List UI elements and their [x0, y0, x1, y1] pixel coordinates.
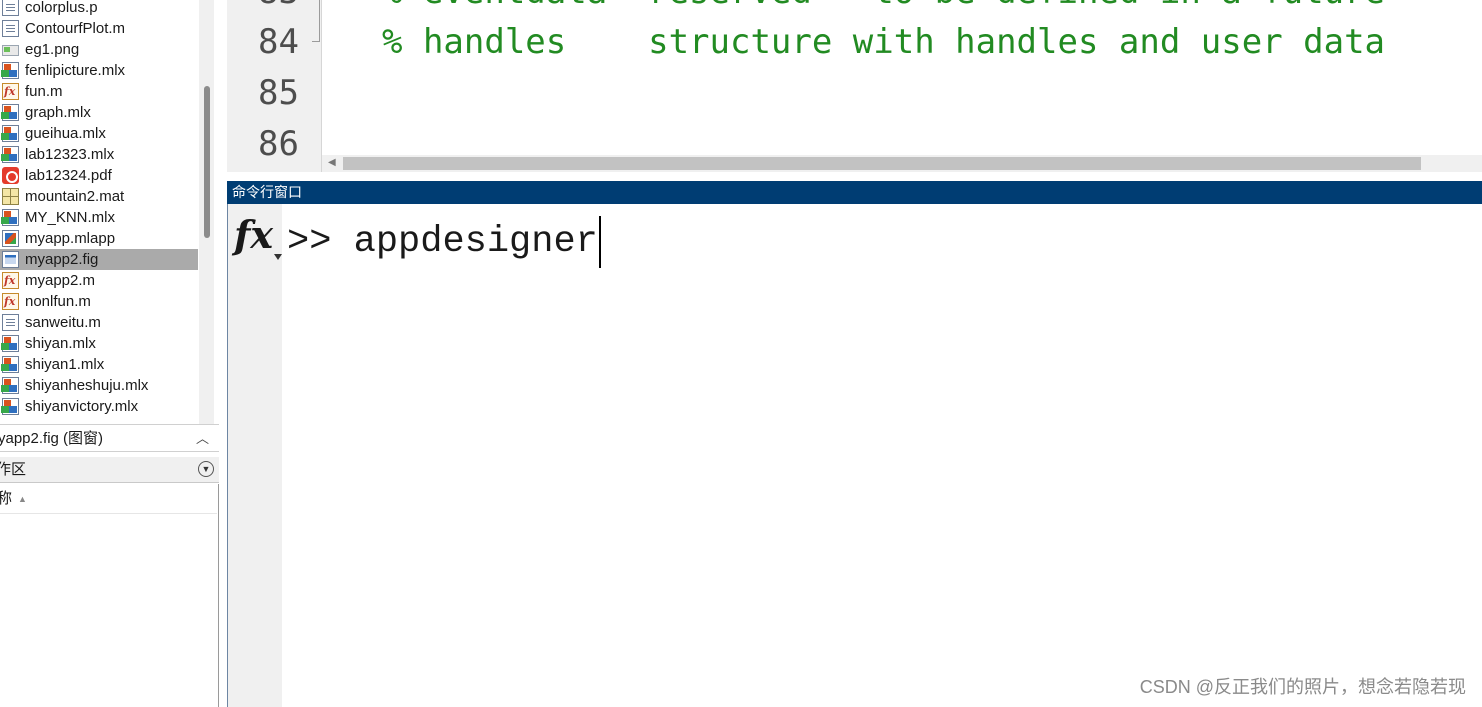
file-name: myapp2.m	[25, 272, 96, 289]
collapse-up-icon[interactable]: ︿	[196, 425, 209, 451]
file-list-item[interactable]: gueihua.mlx	[0, 123, 198, 144]
file-list-item[interactable]: shiyanvictory.mlx	[0, 396, 198, 417]
editor-scrollbar-thumb[interactable]	[343, 157, 1421, 170]
m-file-icon	[2, 314, 19, 331]
details-title: yapp2.fig (图窗)	[0, 430, 104, 447]
file-name: colorplus.p	[25, 0, 98, 16]
file-list-item[interactable]: colorplus.p	[0, 0, 198, 18]
mlx-file-icon	[2, 356, 19, 373]
file-list-item[interactable]: graph.mlx	[0, 102, 198, 123]
file-name: ContourfPlot.m	[25, 20, 126, 37]
workspace-column-header[interactable]: 称 ▲	[0, 484, 217, 514]
mlx-file-icon	[2, 335, 19, 352]
file-name: lab12324.pdf	[25, 167, 112, 184]
function-file-icon	[2, 270, 19, 291]
column-name-label: 称	[0, 484, 12, 513]
fx-label: fx	[234, 212, 274, 257]
sort-ascending-icon: ▲	[18, 494, 27, 504]
mlapp-file-icon	[2, 230, 19, 247]
mlx-file-icon	[2, 104, 19, 121]
workspace-title: 作区	[0, 461, 27, 478]
mlx-file-icon	[2, 398, 19, 415]
file-list-item[interactable]: mountain2.mat	[0, 186, 198, 207]
mlx-file-icon	[2, 62, 19, 79]
code-fold-marker[interactable]	[312, 0, 320, 42]
file-list-item[interactable]: lab12323.mlx	[0, 144, 198, 165]
command-prompt: >>	[287, 221, 354, 263]
file-name: eg1.png	[25, 41, 80, 58]
command-prompt-line[interactable]: >> appdesigner	[287, 216, 601, 268]
dropdown-caret-icon	[274, 254, 282, 260]
file-list-scrollbar[interactable]	[199, 0, 214, 424]
mlx-file-icon	[2, 209, 19, 226]
code-line[interactable]: % eventdata reserved - to be defined in …	[382, 0, 1385, 12]
file-name: gueihua.mlx	[25, 125, 106, 142]
png-file-icon	[2, 45, 19, 56]
function-file-icon	[2, 291, 19, 312]
file-name: nonlfun.m	[25, 293, 91, 310]
file-name: sanweitu.m	[25, 314, 101, 331]
text-cursor	[598, 216, 601, 268]
file-list-scrollbar-thumb[interactable]	[204, 86, 210, 238]
mlx-file-icon	[2, 146, 19, 163]
file-list: colorplus.p ContourfPlot.m eg1.png fenlipic…	[0, 0, 198, 417]
workspace-actions-icon[interactable]: ▼	[198, 461, 214, 477]
panel-splitter[interactable]	[219, 0, 227, 707]
file-name: shiyanvictory.mlx	[25, 398, 139, 415]
file-name: shiyan.mlx	[25, 335, 96, 352]
file-name: MY_KNN.mlx	[25, 209, 116, 226]
file-list-item[interactable]: shiyan1.mlx	[0, 354, 198, 375]
workspace-panel-header: 作区 ▼	[0, 457, 219, 483]
line-number: 84	[258, 22, 299, 62]
file-name: shiyanheshuju.mlx	[25, 377, 149, 394]
scroll-left-icon[interactable]: ◀	[328, 157, 336, 168]
file-name: mountain2.mat	[25, 188, 125, 205]
command-window-titlebar[interactable]: 命令行窗口	[227, 181, 1482, 204]
file-list-item[interactable]: MY_KNN.mlx	[0, 207, 198, 228]
file-list-item[interactable]: myapp.mlapp	[0, 228, 198, 249]
file-list-item[interactable]: lab12324.pdf	[0, 165, 198, 186]
file-list-item[interactable]: nonlfun.m	[0, 291, 198, 312]
code-line[interactable]: % handles structure with handles and use…	[382, 22, 1385, 62]
current-folder-panel: colorplus.p ContourfPlot.m eg1.png fenlipic…	[0, 0, 214, 424]
file-list-item[interactable]: myapp2.m	[0, 270, 198, 291]
file-list-item[interactable]: myapp2.fig	[0, 249, 198, 270]
command-gutter: fx	[228, 204, 282, 707]
fig-file-icon	[2, 251, 19, 268]
file-list-item[interactable]: fenlipicture.mlx	[0, 60, 198, 81]
gutter-divider	[321, 0, 322, 172]
line-number: 85	[258, 73, 299, 113]
pdf-file-icon	[2, 167, 19, 184]
file-list-item[interactable]: fun.m	[0, 81, 198, 102]
file-list-item[interactable]: ContourfPlot.m	[0, 18, 198, 39]
file-name: fun.m	[25, 83, 63, 100]
file-list-item[interactable]: sanweitu.m	[0, 312, 198, 333]
file-name: myapp2.fig	[25, 251, 99, 268]
watermark: CSDN @反正我们的照片，想念若隐若现	[1139, 677, 1466, 697]
p-file-icon	[2, 0, 19, 16]
file-name: shiyan1.mlx	[25, 356, 105, 373]
m-file-icon	[2, 20, 19, 37]
editor-horizontal-scrollbar[interactable]: ◀	[322, 155, 1482, 172]
command-input[interactable]: appdesigner	[354, 221, 598, 263]
file-list-item[interactable]: shiyan.mlx	[0, 333, 198, 354]
file-list-item[interactable]: shiyanheshuju.mlx	[0, 375, 198, 396]
code-editor[interactable]: 83 % eventdata reserved - to be defined …	[227, 0, 1482, 172]
line-number: 86	[258, 124, 299, 164]
function-browser-icon[interactable]: fx	[234, 208, 282, 262]
workspace-table: 称 ▲	[0, 484, 219, 707]
mat-file-icon	[2, 188, 19, 205]
command-window[interactable]: fx >> appdesigner CSDN @反正我们的照片，想念若隐若现	[227, 204, 1482, 707]
file-name: lab12323.mlx	[25, 146, 115, 163]
file-list-item[interactable]: eg1.png	[0, 39, 198, 60]
details-panel-header[interactable]: yapp2.fig (图窗) ︿	[0, 424, 219, 452]
file-name: fenlipicture.mlx	[25, 62, 126, 79]
function-file-icon	[2, 81, 19, 102]
mlx-file-icon	[2, 125, 19, 142]
command-window-title: 命令行窗口	[232, 184, 302, 200]
file-name: myapp.mlapp	[25, 230, 116, 247]
line-number: 83	[227, 0, 299, 12]
file-name: graph.mlx	[25, 104, 91, 121]
mlx-file-icon	[2, 377, 19, 394]
